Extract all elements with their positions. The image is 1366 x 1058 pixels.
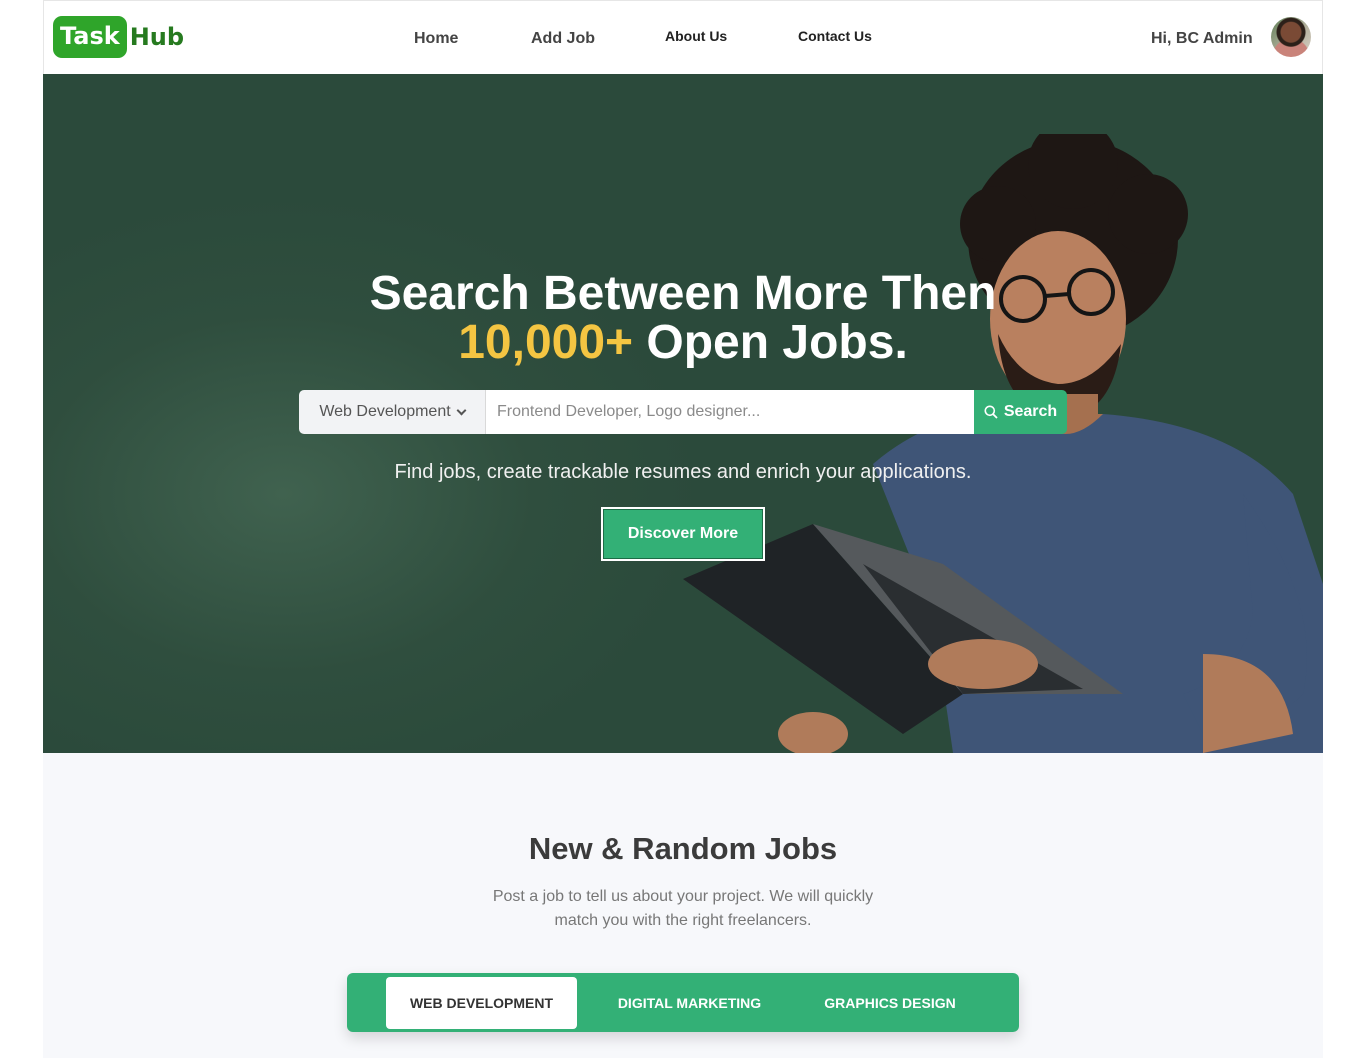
hero-subtitle: Find jobs, create trackable resumes and … <box>394 461 972 483</box>
discover-more-button[interactable]: Discover More <box>601 507 765 561</box>
search-icon <box>984 405 998 419</box>
job-search-input[interactable] <box>486 390 974 434</box>
jobs-section-description: Post a job to tell us about your project… <box>492 888 874 929</box>
hero-title-highlight: 10,000+ <box>458 316 634 369</box>
tab-web-development[interactable]: WEB DEVELOPMENT <box>386 977 577 1029</box>
job-category-tabs: WEB DEVELOPMENT DIGITAL MARKETING GRAPHI… <box>347 973 1019 1032</box>
user-greeting: Hi, BC Admin <box>1151 30 1253 47</box>
jobs-section-title: New & Random Jobs <box>528 831 838 866</box>
page: Task Hub Home Add Job About Us Contact U… <box>43 0 1323 1058</box>
logo[interactable]: Task Hub <box>53 16 184 58</box>
category-select[interactable]: Web Development <box>299 390 486 434</box>
nav-home-link[interactable]: Home <box>414 30 458 48</box>
hero-banner: Search Between More Then 10,000+ Open Jo… <box>43 74 1323 753</box>
nav-add-job-link[interactable]: Add Job <box>531 30 595 48</box>
logo-task-text: Task <box>53 16 127 58</box>
tab-graphics-design[interactable]: GRAPHICS DESIGN <box>802 977 978 1029</box>
hero-title-line2-rest: Open Jobs. <box>633 316 908 369</box>
nav-contact-link[interactable]: Contact Us <box>798 28 872 44</box>
site-header: Task Hub Home Add Job About Us Contact U… <box>43 0 1323 74</box>
chevron-down-icon <box>456 405 467 415</box>
hero-title-line2: 10,000+ Open Jobs. <box>43 318 1323 367</box>
tab-digital-marketing[interactable]: DIGITAL MARKETING <box>597 977 782 1029</box>
logo-hub-text: Hub <box>129 23 185 51</box>
user-avatar[interactable] <box>1271 17 1311 57</box>
search-button-label: Search <box>1003 403 1058 420</box>
category-select-value: Web Development <box>319 403 451 420</box>
job-search-bar: Web Development Search <box>299 390 1067 434</box>
nav-about-link[interactable]: About Us <box>665 28 727 44</box>
hero-title-line1: Search Between More Then <box>369 267 997 320</box>
search-button[interactable]: Search <box>974 390 1067 434</box>
hero-person-image <box>683 134 1323 753</box>
